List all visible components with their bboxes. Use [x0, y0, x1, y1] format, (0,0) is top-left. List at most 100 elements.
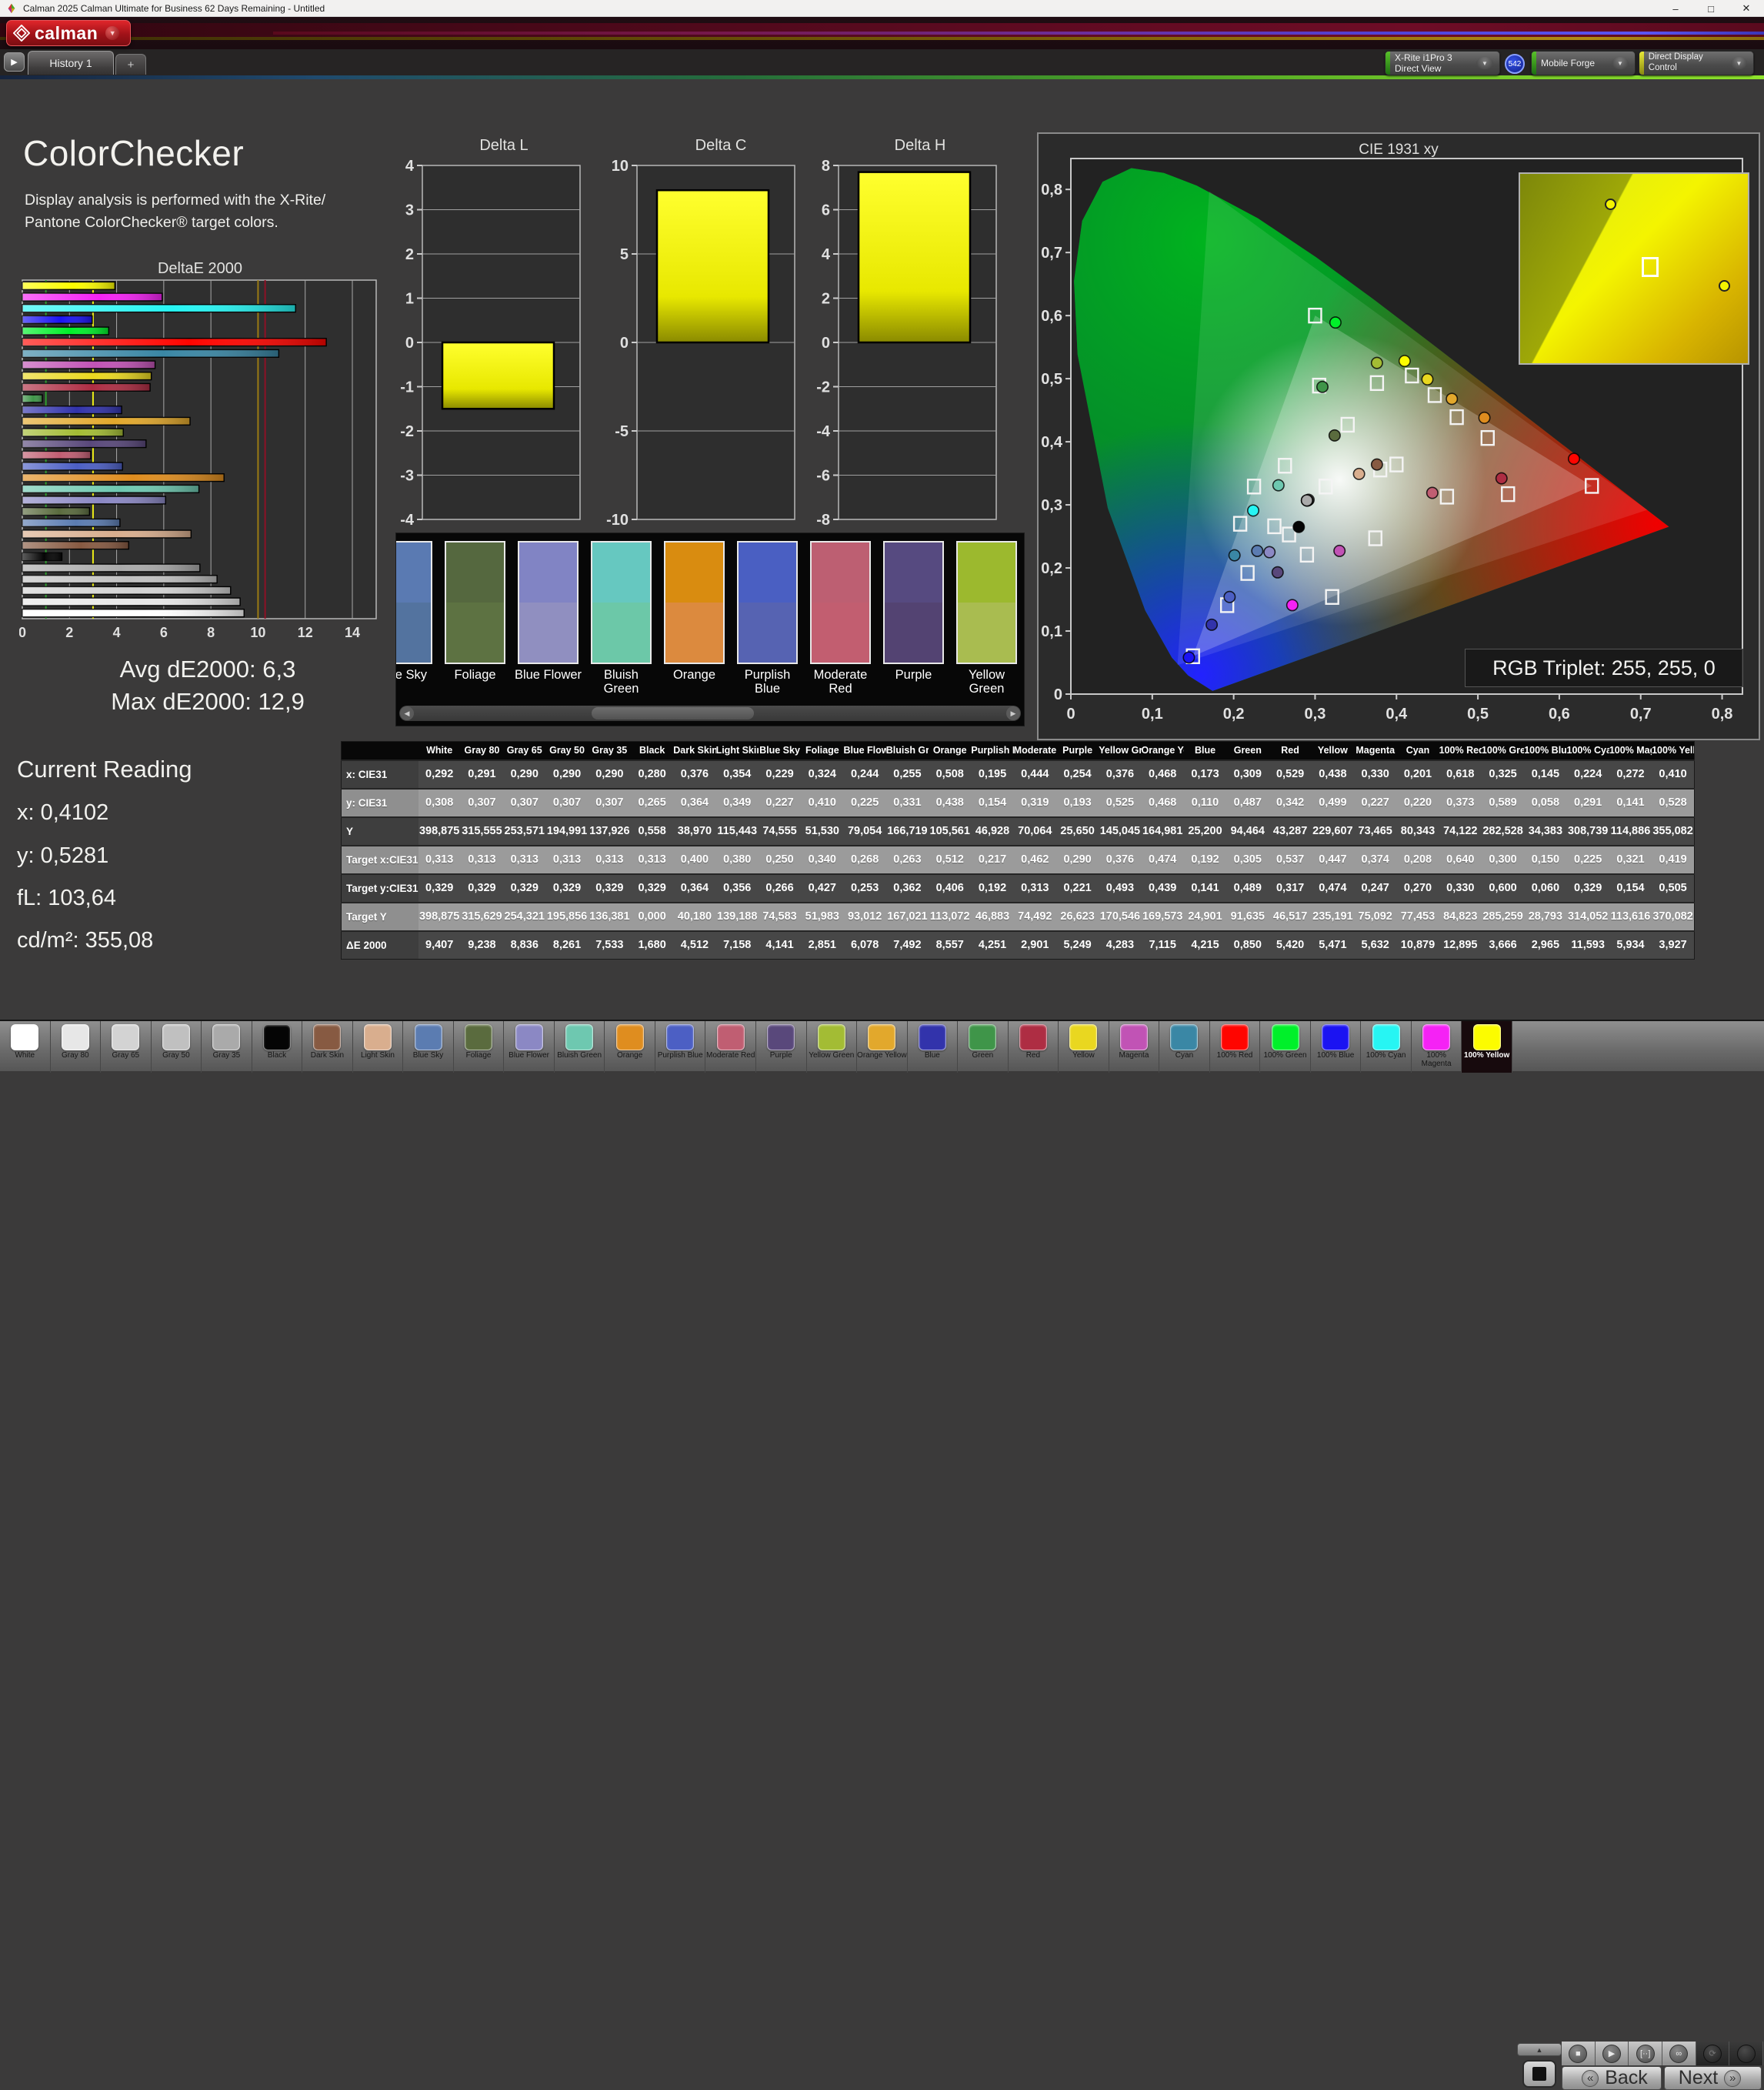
patch-button-yellow-green[interactable]: Yellow Green: [807, 1021, 858, 1073]
patch-button-purple[interactable]: Purple: [756, 1021, 807, 1073]
patch-color: [1422, 1024, 1450, 1050]
patch-name: Dark Skin: [311, 1052, 344, 1060]
tab-scroll-button[interactable]: ▶: [4, 52, 25, 72]
table-column-header: 100% Cyan: [1567, 742, 1609, 760]
stop-button[interactable]: ■: [1562, 2042, 1596, 2065]
table-cell: 4,512: [673, 931, 715, 960]
patch-button-gray-50[interactable]: Gray 50: [152, 1021, 202, 1073]
svg-text:8: 8: [207, 625, 215, 640]
table-cell: 0,313: [589, 846, 631, 874]
add-tab-button[interactable]: +: [115, 54, 146, 75]
table-cell: 26,623: [1056, 903, 1099, 931]
patch-button-orange[interactable]: Orange: [605, 1021, 655, 1073]
tab-history-1[interactable]: History 1: [28, 51, 114, 75]
table-cell: 74,122: [1439, 817, 1482, 846]
meter-select[interactable]: X-Rite i1Pro 3 Direct View ▼: [1385, 51, 1500, 75]
close-button[interactable]: ✕: [1729, 0, 1764, 17]
patch-button-100-red[interactable]: 100% Red: [1210, 1021, 1261, 1073]
table-row-label: ΔE 2000: [342, 931, 418, 960]
patch-color: [415, 1024, 442, 1050]
patch-button-blue[interactable]: Blue: [908, 1021, 959, 1073]
calman-menu-button[interactable]: calman ▼: [6, 20, 131, 46]
next-button[interactable]: Next »: [1664, 2066, 1762, 2090]
table-cell: 0,229: [759, 760, 801, 789]
table-row: Target Y398,875315,629254,321195,856136,…: [342, 903, 1695, 931]
patch-color: [616, 1024, 644, 1050]
patch-button-red[interactable]: Red: [1009, 1021, 1059, 1073]
table-cell: 24,901: [1184, 903, 1226, 931]
loop-button[interactable]: ∞: [1662, 2042, 1696, 2065]
patch-button-green[interactable]: Green: [958, 1021, 1009, 1073]
table-column-header: 100% Magenta: [1609, 742, 1652, 760]
svg-text:0,2: 0,2: [1223, 706, 1245, 723]
patch-button-magenta[interactable]: Magenta: [1109, 1021, 1160, 1073]
patch-button-100-magenta[interactable]: 100% Magenta: [1412, 1021, 1462, 1073]
display-control-select[interactable]: Direct Display Control ▼: [1639, 51, 1754, 75]
step-button[interactable]: [··]: [1629, 2042, 1662, 2065]
patch-strip-scrollbar[interactable]: ◀ ▶: [399, 706, 1021, 721]
patch-button-yellow[interactable]: Yellow: [1059, 1021, 1109, 1073]
patch-button-dark-skin[interactable]: Dark Skin: [302, 1021, 353, 1073]
table-cell: 0,263: [886, 846, 929, 874]
refresh-button[interactable]: ⟳: [1696, 2042, 1730, 2065]
patch-button-light-skin[interactable]: Light Skin: [353, 1021, 404, 1073]
patch-button-100-green[interactable]: 100% Green: [1260, 1021, 1311, 1073]
patch-button-100-blue[interactable]: 100% Blue: [1311, 1021, 1362, 1073]
patch-button-cyan[interactable]: Cyan: [1159, 1021, 1210, 1073]
patch-button-blue-flower[interactable]: Blue Flower: [504, 1021, 555, 1073]
table-column-header: Yellow: [1312, 742, 1354, 760]
table-cell: 0,290: [545, 760, 588, 789]
patch-button-orange-yellow[interactable]: Orange Yellow: [857, 1021, 908, 1073]
loop-icon: ∞: [1669, 2045, 1688, 2063]
scroll-left-icon[interactable]: ◀: [400, 706, 414, 720]
subtitle-line-1: Display analysis is performed with the X…: [25, 189, 386, 212]
table-column-header: Bluish Green: [886, 742, 929, 760]
patch-button-gray-80[interactable]: Gray 80: [51, 1021, 102, 1073]
patch-swatch: [956, 541, 1017, 664]
patch-button-white[interactable]: White: [0, 1021, 51, 1073]
patch-name: Moderate Red: [706, 1052, 755, 1060]
patch-name: Light Skin: [361, 1052, 395, 1060]
table-cell: 136,381: [589, 903, 631, 931]
patch-button-bluish-green[interactable]: Bluish Green: [555, 1021, 605, 1073]
table-cell: 194,991: [545, 817, 588, 846]
patch-button-blue-sky[interactable]: Blue Sky: [403, 1021, 454, 1073]
source-select[interactable]: Mobile Forge ▼: [1531, 51, 1636, 75]
pattern-window-button[interactable]: [1522, 2060, 1556, 2088]
table-column-header: 100% Yellow: [1652, 742, 1694, 760]
patch-button-foliage[interactable]: Foliage: [454, 1021, 505, 1073]
table-cell: 0,419: [1652, 846, 1694, 874]
table-cell: 25,200: [1184, 817, 1226, 846]
table-cell: 253,571: [503, 817, 545, 846]
table-cell: 0,410: [801, 789, 843, 817]
patch-button-100-yellow[interactable]: 100% Yellow: [1462, 1021, 1512, 1073]
patch-button-gray-35[interactable]: Gray 35: [202, 1021, 252, 1073]
svg-text:4: 4: [405, 158, 415, 175]
table-cell: 0,537: [1269, 846, 1311, 874]
scroll-right-icon[interactable]: ▶: [1006, 706, 1020, 720]
back-button[interactable]: « Back: [1562, 2066, 1662, 2090]
table-cell: 0,325: [1482, 760, 1524, 789]
collapse-bar-button[interactable]: ▲: [1517, 2043, 1562, 2056]
maximize-button[interactable]: □: [1693, 0, 1729, 17]
blank-button[interactable]: [1729, 2042, 1763, 2065]
patch-button-black[interactable]: Black: [252, 1021, 303, 1073]
patch-button-gray-65[interactable]: Gray 65: [101, 1021, 152, 1073]
minimize-button[interactable]: –: [1658, 0, 1693, 17]
play-button[interactable]: ▶: [1596, 2042, 1629, 2065]
reading-fl: fL: 103,64: [17, 886, 116, 911]
patch-label: Blue Sky: [395, 668, 438, 682]
patch-button-purplish-blue[interactable]: Purplish Blue: [655, 1021, 706, 1073]
patch-swatch: [810, 541, 871, 664]
patch-label: Bluish Green: [585, 668, 658, 696]
table-column-header: Green: [1226, 742, 1269, 760]
violet-stripe: [273, 32, 1764, 35]
scrollbar-thumb[interactable]: [592, 707, 754, 719]
table-cell: 0,254: [1056, 760, 1099, 789]
stop-icon: ■: [1569, 2045, 1587, 2063]
patch-button-moderate-red[interactable]: Moderate Red: [705, 1021, 756, 1073]
table-cell: 12,895: [1439, 931, 1482, 960]
table-cell: 370,082: [1652, 903, 1694, 931]
patch-button-100-cyan[interactable]: 100% Cyan: [1361, 1021, 1412, 1073]
table-cell: 0,489: [1226, 874, 1269, 903]
